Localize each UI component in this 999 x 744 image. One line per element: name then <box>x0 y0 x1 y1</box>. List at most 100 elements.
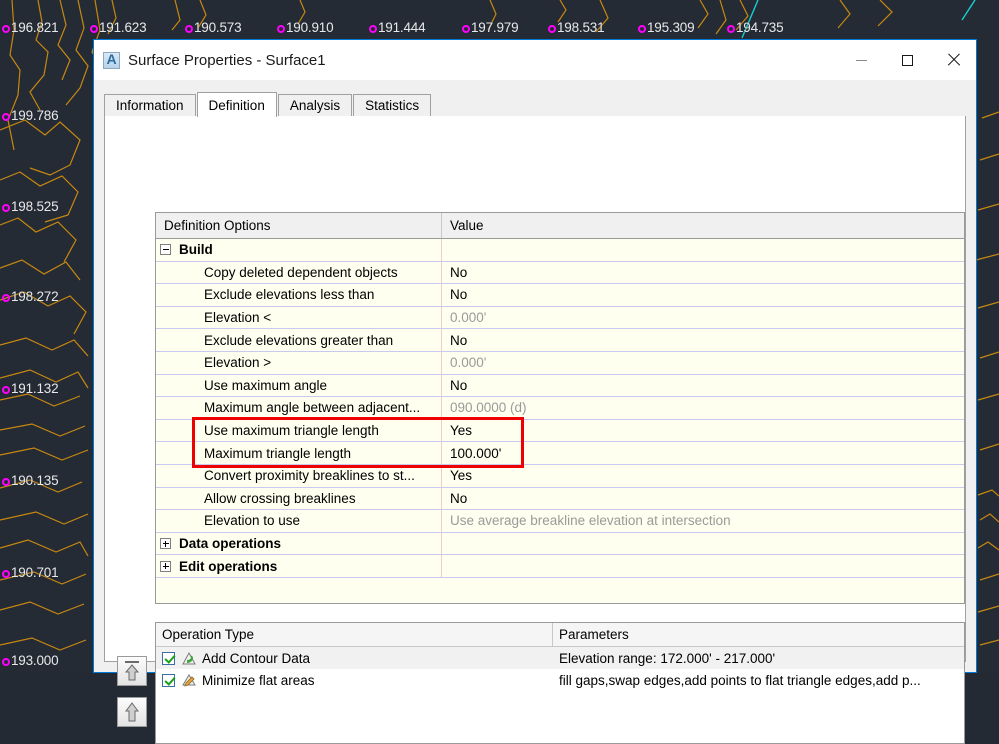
move-to-top-button[interactable] <box>117 656 147 686</box>
grid-property-row[interactable]: Use maximum angle No <box>156 374 964 398</box>
grid-row-label: Build <box>179 242 213 258</box>
grid-row-label: Exclude elevations less than <box>204 287 375 303</box>
grid-property-row[interactable]: Allow crossing breaklines No <box>156 487 964 511</box>
elevation-label: 195.309 <box>638 20 695 35</box>
grid-row-label-cell: Edit operations <box>156 555 442 577</box>
ops-col-operation-type: Operation Type <box>156 623 553 646</box>
operations-list[interactable]: Operation Type Parameters Add Contour Da… <box>155 622 965 744</box>
grid-property-row[interactable]: Maximum angle between adjacent... 090.000… <box>156 397 964 420</box>
grid-row-label: Use maximum angle <box>204 377 328 393</box>
operation-row[interactable]: Minimize flat areas fill gaps,swap edges,… <box>156 669 964 691</box>
elevation-label: 197.979 <box>462 20 519 35</box>
dialog-body: Information Definition Analysis Statistics … <box>94 80 976 744</box>
grid-row-value[interactable]: No <box>442 262 964 284</box>
grid-property-row[interactable]: Copy deleted dependent objects No <box>156 261 964 285</box>
grid-row-value[interactable]: No <box>442 284 964 306</box>
grid-row-value[interactable]: No <box>442 488 964 510</box>
grid-row-value[interactable]: Yes <box>442 420 964 442</box>
grid-row-label: Data operations <box>179 536 282 552</box>
grid-property-row[interactable]: Elevation < 0.000' <box>156 306 964 330</box>
definition-options-grid[interactable]: Definition Options Value Build Copy delet… <box>155 212 965 604</box>
grid-row-label: Elevation > <box>204 355 272 371</box>
grid-category-row[interactable]: Data operations <box>156 532 964 556</box>
survey-point-marker-icon <box>185 25 193 33</box>
grid-row-value[interactable]: 090.0000 (d) <box>442 397 964 419</box>
elevation-label-text: 191.444 <box>378 20 426 35</box>
expand-icon[interactable] <box>160 538 171 550</box>
operation-order-buttons <box>117 656 147 738</box>
elevation-label-text: 199.786 <box>11 108 59 123</box>
survey-point-marker-icon <box>727 25 735 33</box>
elevation-label-text: 190.135 <box>11 473 59 488</box>
minimize-button[interactable] <box>838 40 884 80</box>
grid-row-value[interactable]: No <box>442 375 964 397</box>
survey-point-marker-icon <box>548 25 556 33</box>
elevation-label: 190.573 <box>185 20 242 35</box>
grid-property-row[interactable]: Elevation to use Use average breakline el… <box>156 510 964 533</box>
grid-category-row[interactable]: Edit operations <box>156 555 964 578</box>
minimize-icon <box>855 59 867 61</box>
grid-row-value[interactable]: 100.000' <box>442 442 964 464</box>
survey-point-marker-icon <box>2 204 10 212</box>
grid-category-row[interactable]: Build <box>156 239 964 262</box>
collapse-icon[interactable] <box>160 244 171 256</box>
grid-property-row[interactable]: Elevation > 0.000' <box>156 351 964 375</box>
grid-property-row[interactable]: Maximum triangle length 100.000' <box>156 442 964 465</box>
survey-point-marker-icon <box>369 25 377 33</box>
elevation-label: 191.132 <box>2 381 59 396</box>
operation-row[interactable]: Add Contour Data Elevation range: 172.000… <box>156 647 964 669</box>
window-controls <box>838 40 976 80</box>
tab-statistics[interactable]: Statistics <box>353 94 432 116</box>
elevation-label: 191.623 <box>90 20 147 35</box>
dialog-titlebar[interactable]: Surface Properties - Surface1 <box>94 40 976 80</box>
survey-point-marker-icon <box>2 658 10 666</box>
move-up-button[interactable] <box>117 697 147 727</box>
grid-row-label: Elevation < <box>204 310 272 326</box>
grid-property-row[interactable]: Exclude elevations greater than No <box>156 329 964 352</box>
tab-information[interactable]: Information <box>104 94 196 116</box>
operation-checkbox[interactable] <box>162 673 175 687</box>
elevation-label-text: 191.132 <box>11 381 59 396</box>
elevation-label-text: 190.573 <box>194 20 242 35</box>
operation-type-cell: Add Contour Data <box>156 651 553 666</box>
grid-property-row[interactable]: Convert proximity breaklines to st... Yes <box>156 464 964 488</box>
tab-definition[interactable]: Definition <box>196 92 277 117</box>
elevation-label: 198.525 <box>2 199 59 214</box>
grid-row-label: Use maximum triangle length <box>204 423 379 439</box>
grid-property-row[interactable]: Exclude elevations less than No <box>156 284 964 307</box>
dialog-title: Surface Properties - Surface1 <box>128 51 326 69</box>
grid-property-row[interactable]: Use maximum triangle length Yes <box>156 419 964 443</box>
definition-tab-page: Definition Options Value Build Copy delet… <box>104 116 966 744</box>
grid-row-label: Maximum angle between adjacent... <box>204 400 421 416</box>
grid-row-label: Edit operations <box>179 558 278 574</box>
elevation-label: 198.531 <box>548 20 605 35</box>
tab-analysis[interactable]: Analysis <box>277 94 353 116</box>
grid-row-value <box>442 555 964 577</box>
grid-row-label: Copy deleted dependent objects <box>204 264 398 280</box>
maximize-icon <box>901 54 913 66</box>
grid-row-value[interactable]: Use average breakline elevation at inter… <box>442 510 964 532</box>
operation-type-label: Minimize flat areas <box>202 672 315 688</box>
elevation-label: 191.444 <box>369 20 426 35</box>
grid-row-value[interactable]: No <box>442 329 964 351</box>
survey-point-marker-icon <box>2 478 10 486</box>
minimize-flat-areas-icon <box>181 673 197 688</box>
operation-parameters: fill gaps,swap edges,add points to flat … <box>559 672 921 688</box>
arrow-up-icon <box>125 702 139 722</box>
grid-row-value[interactable]: 0.000' <box>442 307 964 329</box>
grid-row-label-cell: Exclude elevations greater than <box>156 329 442 351</box>
maximize-button[interactable] <box>884 40 930 80</box>
grid-row-value[interactable]: Yes <box>442 465 964 487</box>
surface-properties-dialog[interactable]: Surface Properties - Surface1 Informatio… <box>93 39 977 744</box>
grid-row-value[interactable]: 0.000' <box>442 352 964 374</box>
grid-row-label-cell: Data operations <box>156 532 442 555</box>
elevation-label-text: 196.821 <box>11 20 59 35</box>
operation-checkbox[interactable] <box>162 651 175 665</box>
survey-point-marker-icon <box>2 25 10 33</box>
close-button[interactable] <box>930 40 976 80</box>
grid-row-label-cell: Convert proximity breaklines to st... <box>156 464 442 487</box>
expand-icon[interactable] <box>160 560 171 572</box>
grid-row-label-cell: Elevation to use <box>156 510 442 532</box>
elevation-label: 190.135 <box>2 473 59 488</box>
survey-point-marker-icon <box>2 570 10 578</box>
